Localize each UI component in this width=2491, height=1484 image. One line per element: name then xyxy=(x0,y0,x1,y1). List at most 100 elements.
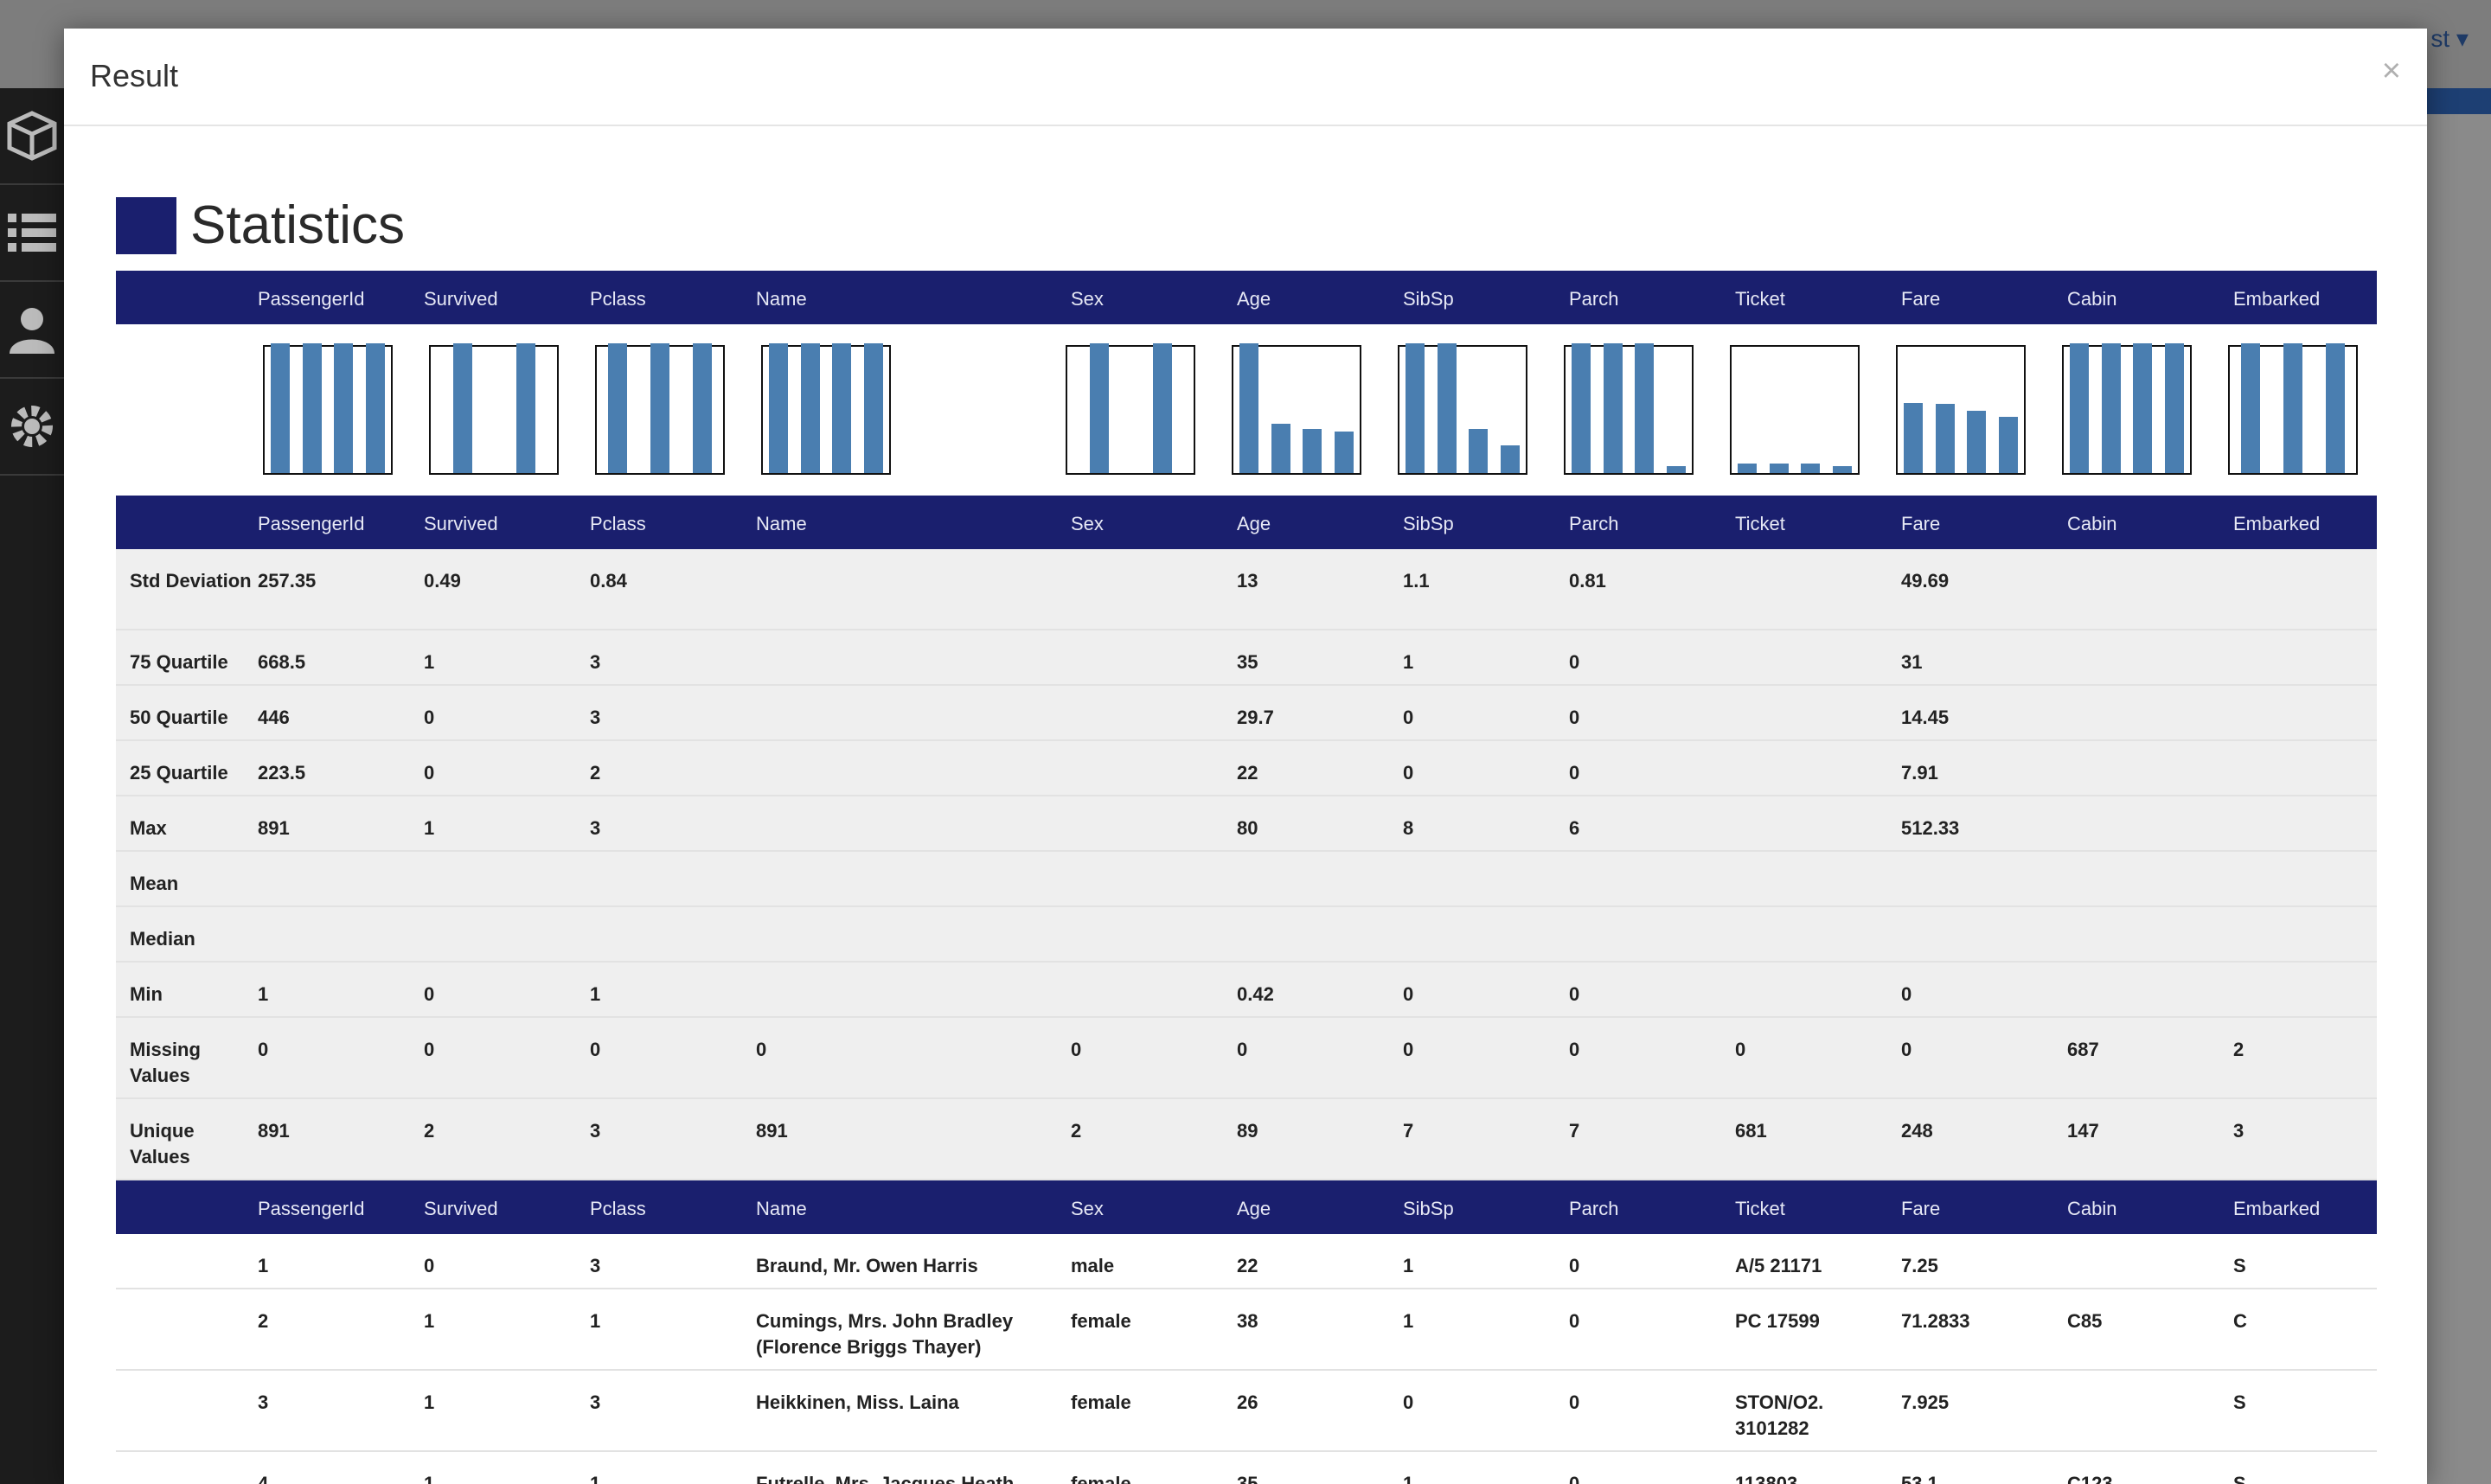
result-modal: Result × Statistics PassengerId Survived P… xyxy=(64,29,2427,1484)
section-marker xyxy=(116,196,176,254)
stat-value: 0.42 xyxy=(1237,983,1274,1005)
histogram-bar xyxy=(2165,343,2184,473)
histogram-bar xyxy=(1438,343,1457,473)
stat-value: 1 xyxy=(590,983,601,1005)
modal-title: Result xyxy=(90,58,179,93)
table-cell-sibsp: 1 xyxy=(1403,1310,1414,1332)
column-header-row: PassengerId Survived Pclass Name Sex Age SibSp… xyxy=(116,1180,2377,1234)
table-cell-pclass: 3 xyxy=(590,1391,601,1413)
column-header-ticket[interactable]: Ticket xyxy=(1735,513,1785,535)
column-header-age[interactable]: Age xyxy=(1237,288,1271,310)
gear-icon[interactable] xyxy=(0,379,64,476)
table-row: 3 1 3 Heikkinen, Miss. Laina female 26 0 0 STON/… xyxy=(116,1371,2377,1452)
column-header-survived[interactable]: Survived xyxy=(424,513,498,535)
histogram-bar xyxy=(832,343,851,473)
column-header-name[interactable]: Name xyxy=(756,1198,807,1220)
histogram-bar xyxy=(303,343,322,473)
table-cell-name: Heikkinen, Miss. Laina xyxy=(756,1391,959,1413)
column-header-passengerid[interactable]: PassengerId xyxy=(258,1198,365,1220)
column-header-age[interactable]: Age xyxy=(1237,513,1271,535)
histogram-bar xyxy=(1904,403,1923,473)
column-header-pclass[interactable]: Pclass xyxy=(590,513,646,535)
column-header-ticket[interactable]: Ticket xyxy=(1735,1198,1785,1220)
histogram-embarked xyxy=(2228,343,2358,475)
column-header-embarked[interactable]: Embarked xyxy=(2233,1198,2320,1220)
histogram-bar xyxy=(1604,343,1623,473)
column-header-cabin[interactable]: Cabin xyxy=(2067,288,2116,310)
column-header-parch[interactable]: Parch xyxy=(1569,288,1618,310)
histogram-bar xyxy=(1469,429,1488,473)
column-header-parch[interactable]: Parch xyxy=(1569,513,1618,535)
stat-value: 0 xyxy=(1569,707,1580,728)
column-header-parch[interactable]: Parch xyxy=(1569,1198,1618,1220)
column-header-cabin[interactable]: Cabin xyxy=(2067,1198,2116,1220)
column-header-age[interactable]: Age xyxy=(1237,1198,1271,1220)
table-cell-cabin: C85 xyxy=(2067,1310,2103,1332)
histogram-bar xyxy=(1501,445,1520,473)
stat-label: Min xyxy=(130,983,163,1005)
stat-value: 0 xyxy=(1403,983,1414,1005)
table-cell-name: Cumings, Mrs. John Bradley (Florence Bri… xyxy=(756,1310,1014,1358)
stat-value: 1 xyxy=(1403,651,1414,673)
table-cell-age: 38 xyxy=(1237,1310,1258,1332)
column-header-survived[interactable]: Survived xyxy=(424,1198,498,1220)
stat-row-25-quartile: 25 Quartile 223.5 0 2 22 0 0 7.91 xyxy=(116,741,2377,796)
column-header-sibsp[interactable]: SibSp xyxy=(1403,513,1454,535)
cube-icon[interactable] xyxy=(0,88,64,185)
list-icon[interactable] xyxy=(0,185,64,282)
user-menu[interactable]: st ▾ xyxy=(2430,24,2469,53)
stat-value: 6 xyxy=(1569,817,1580,839)
stat-label: Max xyxy=(130,817,167,839)
column-header-fare[interactable]: Fare xyxy=(1901,513,1940,535)
stat-row-min: Min 1 0 1 0.42 0 0 0 xyxy=(116,963,2377,1018)
column-header-name[interactable]: Name xyxy=(756,513,807,535)
stat-value: 891 xyxy=(258,817,290,839)
close-icon[interactable]: × xyxy=(2382,54,2401,87)
stat-label: Mean xyxy=(130,873,179,894)
column-header-fare[interactable]: Fare xyxy=(1901,288,1940,310)
table-cell-passengerid: 3 xyxy=(258,1391,269,1413)
column-header-survived[interactable]: Survived xyxy=(424,288,498,310)
table-cell-passengerid: 1 xyxy=(258,1255,269,1276)
stat-value: 1 xyxy=(424,817,435,839)
user-icon[interactable] xyxy=(0,282,64,379)
stat-row-missing-values: Missing Values 0 0 0 0 0 0 0 0 0 0 687 2 xyxy=(116,1018,2377,1099)
stat-value: 668.5 xyxy=(258,651,306,673)
histogram-bar xyxy=(1738,464,1757,473)
stat-value: 0 xyxy=(424,983,435,1005)
column-header-embarked[interactable]: Embarked xyxy=(2233,513,2320,535)
column-header-passengerid[interactable]: PassengerId xyxy=(258,288,365,310)
histogram-bar xyxy=(801,343,820,473)
table-cell-ticket: A/5 21171 xyxy=(1735,1255,1822,1276)
table-cell-parch: 0 xyxy=(1569,1255,1580,1276)
histogram-bar xyxy=(2326,343,2345,473)
stat-value: 49.69 xyxy=(1901,570,1950,592)
table-cell-sex: female xyxy=(1071,1391,1131,1413)
column-header-pclass[interactable]: Pclass xyxy=(590,288,646,310)
table-cell-sibsp: 1 xyxy=(1403,1255,1414,1276)
column-header-passengerid[interactable]: PassengerId xyxy=(258,513,365,535)
column-header-sibsp[interactable]: SibSp xyxy=(1403,288,1454,310)
histogram-sibsp xyxy=(1398,343,1527,475)
column-header-pclass[interactable]: Pclass xyxy=(590,1198,646,1220)
histogram-bar xyxy=(1999,417,2018,473)
stat-value: 0 xyxy=(1901,1039,1912,1060)
stat-value: 7.91 xyxy=(1901,762,1938,784)
stat-value: 0 xyxy=(1403,707,1414,728)
table-cell-fare: 7.925 xyxy=(1901,1391,1950,1413)
stat-label: Unique Values xyxy=(130,1120,195,1167)
column-header-embarked[interactable]: Embarked xyxy=(2233,288,2320,310)
column-header-sex[interactable]: Sex xyxy=(1071,288,1104,310)
column-header-sex[interactable]: Sex xyxy=(1071,1198,1104,1220)
stat-value: 0 xyxy=(424,707,435,728)
column-header-sex[interactable]: Sex xyxy=(1071,513,1104,535)
table-cell-sibsp: 1 xyxy=(1403,1473,1414,1484)
histogram-bar xyxy=(1239,343,1258,473)
column-header-ticket[interactable]: Ticket xyxy=(1735,288,1785,310)
column-header-fare[interactable]: Fare xyxy=(1901,1198,1940,1220)
histogram-bar xyxy=(2133,343,2152,473)
column-header-cabin[interactable]: Cabin xyxy=(2067,513,2116,535)
column-header-name[interactable]: Name xyxy=(756,288,807,310)
column-header-sibsp[interactable]: SibSp xyxy=(1403,1198,1454,1220)
stat-value: 0 xyxy=(1403,762,1414,784)
